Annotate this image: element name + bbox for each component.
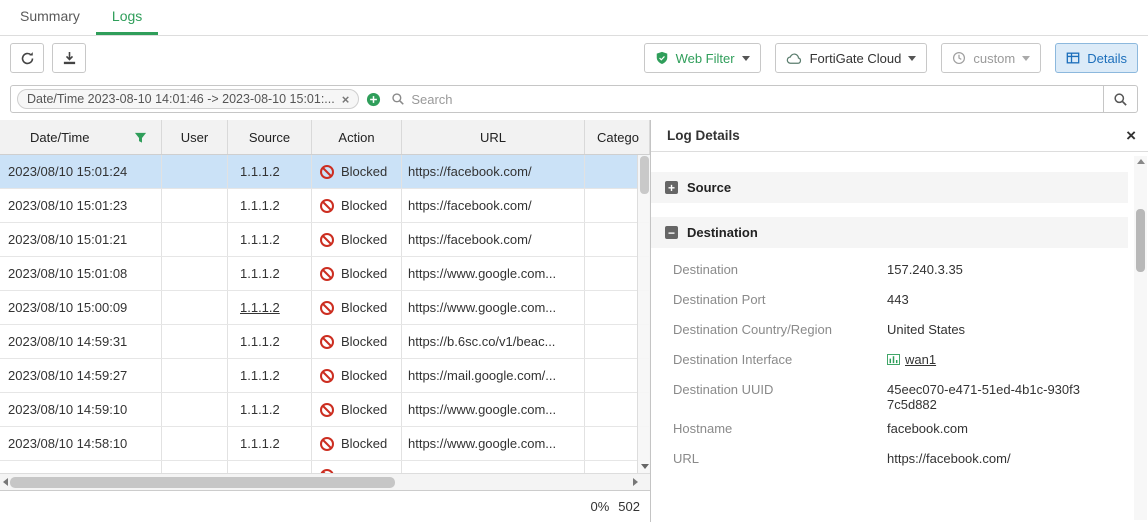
content-area: Date/Time User Source Action URL Catego … [0,120,1148,522]
expand-icon[interactable]: + [665,181,678,194]
log-count: 502 [618,499,640,514]
interface-icon [887,354,900,365]
scrollbar-thumb[interactable] [1136,209,1145,272]
blocked-icon [320,165,334,179]
time-range-label: custom [973,51,1015,66]
scroll-left-icon[interactable] [3,478,8,486]
refresh-icon [20,51,35,66]
table-row[interactable]: 2023/08/10 15:01:08 1.1.1.2 Blocked http… [0,257,650,291]
table-row[interactable]: 2023/08/10 14:59:27 1.1.1.2 Blocked http… [0,359,650,393]
table-row[interactable]: 2023/08/10 15:00:09 1.1.1.2 Blocked http… [0,291,650,325]
cloud-icon [786,52,803,65]
interface-link[interactable]: wan1 [905,352,936,367]
tab-summary[interactable]: Summary [4,0,96,35]
panel-vertical-scrollbar[interactable] [1134,156,1147,520]
detail-field: URL https://facebook.com/ [673,451,1128,472]
tab-bar: Summary Logs [0,0,1148,36]
collapse-icon[interactable]: − [665,226,678,239]
filter-funnel-icon[interactable] [134,131,147,144]
fortigate-cloud-dropdown[interactable]: FortiGate Cloud [775,43,928,73]
search-row: Date/Time 2023-08-10 14:01:46 -> 2023-08… [0,80,1148,120]
details-toggle-button[interactable]: Details [1055,43,1138,73]
chevron-down-icon [908,56,916,61]
search-input[interactable] [411,92,1103,107]
scroll-down-icon[interactable] [641,464,649,469]
column-header-user[interactable]: User [162,120,228,154]
remove-filter-icon[interactable]: × [342,93,350,106]
table-row-partial[interactable] [0,461,650,473]
fortigate-cloud-label: FortiGate Cloud [810,51,902,66]
column-header-source[interactable]: Source [228,120,312,154]
scroll-right-icon[interactable] [633,478,638,486]
web-filter-label: Web Filter [676,51,735,66]
scroll-up-icon[interactable] [1137,159,1145,164]
scrollbar-thumb[interactable] [640,156,649,194]
blocked-icon [320,369,334,383]
blocked-icon [320,267,334,281]
detail-field: Destination Country/Region United States [673,322,1128,343]
table-row[interactable]: 2023/08/10 15:01:24 1.1.1.2 Blocked http… [0,155,650,189]
detail-field: Destination 157.240.3.35 [673,262,1128,283]
blocked-icon [320,335,334,349]
search-icon [391,92,405,106]
blocked-icon [320,403,334,417]
log-viewer-window: Summary Logs Web Filter FortiGate Cloud … [0,0,1148,522]
download-icon [62,51,77,66]
table-row[interactable]: 2023/08/10 14:58:10 1.1.1.2 Blocked http… [0,427,650,461]
progress-value: 0% [591,499,610,514]
table-horizontal-scrollbar[interactable] [0,473,650,490]
search-submit-button[interactable] [1103,86,1137,112]
clock-icon [952,51,966,65]
table-row[interactable]: 2023/08/10 15:01:21 1.1.1.2 Blocked http… [0,223,650,257]
download-button[interactable] [52,43,86,73]
blocked-icon [320,233,334,247]
table-row[interactable]: 2023/08/10 14:59:10 1.1.1.2 Blocked http… [0,393,650,427]
toolbar-right: Web Filter FortiGate Cloud custom Detail… [644,43,1138,73]
log-details-panel: Log Details × + Source − Destination Des… [650,120,1148,522]
add-filter-icon[interactable] [366,92,381,107]
toolbar: Web Filter FortiGate Cloud custom Detail… [0,36,1148,80]
chevron-down-icon [742,56,750,61]
panel-body: + Source − Destination Destination 157.2… [651,152,1148,522]
column-header-action[interactable]: Action [312,120,402,154]
table-header: Date/Time User Source Action URL Catego [0,120,650,155]
log-table-pane: Date/Time User Source Action URL Catego … [0,120,650,522]
refresh-button[interactable] [10,43,44,73]
detail-field: Destination Interface wan1 [673,352,1128,373]
section-destination[interactable]: − Destination [651,217,1128,248]
search-box[interactable]: Date/Time 2023-08-10 14:01:46 -> 2023-08… [10,85,1138,113]
detail-field: Destination Port 443 [673,292,1128,313]
filter-pill[interactable]: Date/Time 2023-08-10 14:01:46 -> 2023-08… [17,89,359,109]
search-icon [1113,92,1128,107]
chevron-down-icon [1022,56,1030,61]
column-header-url[interactable]: URL [402,120,585,154]
details-table-icon [1066,51,1080,65]
blocked-icon [320,437,334,451]
scrollbar-thumb[interactable] [10,477,395,488]
table-row[interactable]: 2023/08/10 14:59:31 1.1.1.2 Blocked http… [0,325,650,359]
detail-field: Hostname facebook.com [673,421,1128,442]
table-row[interactable]: 2023/08/10 15:01:23 1.1.1.2 Blocked http… [0,189,650,223]
table-vertical-scrollbar[interactable] [637,155,650,473]
blocked-icon [320,199,334,213]
close-icon[interactable]: × [1126,127,1136,144]
panel-header: Log Details × [651,120,1148,152]
section-source[interactable]: + Source [651,172,1128,203]
status-bar: 0% 502 [0,490,650,522]
detail-field: Destination UUID 45eec070-e471-51ed-4b1c… [673,382,1128,412]
shield-icon [655,51,669,65]
web-filter-dropdown[interactable]: Web Filter [644,43,761,73]
details-label: Details [1087,51,1127,66]
table-body: 2023/08/10 15:01:24 1.1.1.2 Blocked http… [0,155,650,473]
time-range-dropdown[interactable]: custom [941,43,1041,73]
column-header-datetime[interactable]: Date/Time [0,120,162,154]
blocked-icon [320,301,334,315]
tab-logs[interactable]: Logs [96,0,158,35]
column-header-category[interactable]: Catego [585,120,650,154]
destination-fields: Destination 157.240.3.35 Destination Por… [651,262,1128,472]
panel-title: Log Details [667,128,740,143]
filter-pill-text: Date/Time 2023-08-10 14:01:46 -> 2023-08… [27,92,335,106]
